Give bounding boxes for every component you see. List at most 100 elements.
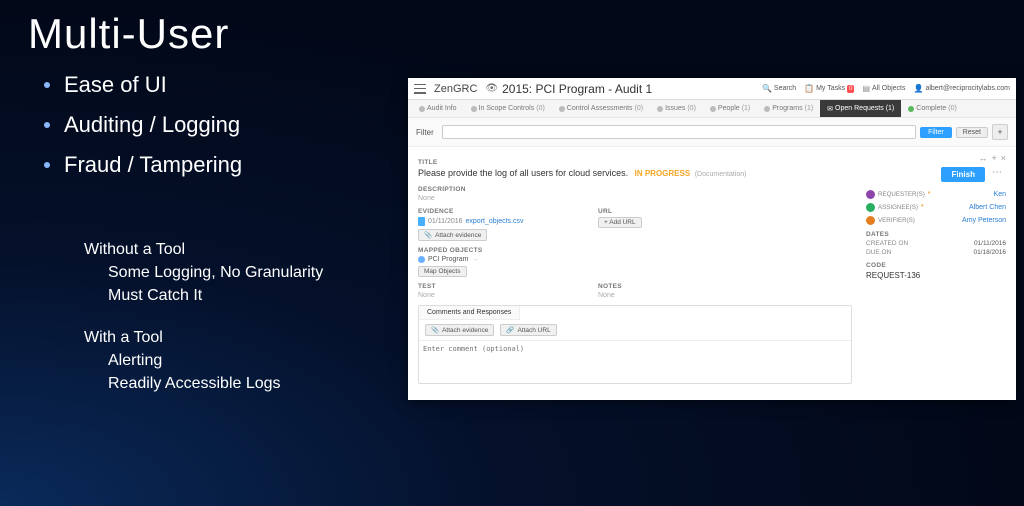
evidence-date: 01/11/2016 [428,218,463,225]
created-row: CREATED ON 01/11/2016 [866,240,1006,247]
required-asterisk: * [921,204,924,211]
tab-assessments[interactable]: Control Assessments (0) [552,100,650,117]
paperclip-icon: 📎 [431,326,439,334]
content-area: TITLE Please provide the log of all user… [408,147,1016,394]
user-menu[interactable]: 👤albert@reciprocitylabs.com [914,84,1011,93]
attach-url-label: Attach URL [517,327,550,334]
main-column: TITLE Please provide the log of all user… [418,153,852,384]
tab-dot-icon [908,106,914,112]
notes-value: None [598,292,718,299]
description-value: None [418,195,852,202]
bullet-item: Fraud / Tampering [44,152,408,178]
expand-icon[interactable]: ↔ [978,153,987,163]
tab-label: Issues [665,105,685,112]
tab-label: Audit Info [427,105,457,112]
bullet-item: Ease of UI [44,72,408,98]
attach-evidence-label: Attach evidence [435,232,481,239]
app-screenshot: ZenGRC 👁 2015: PCI Program - Audit 1 🔍Se… [408,78,1016,400]
role-row-requester: REQUESTER(S)* Ken [866,190,1006,199]
allobjects-label: All Objects [872,85,905,92]
add-button[interactable]: + [992,124,1008,140]
attach-url-button[interactable]: 🔗 Attach URL [500,324,556,336]
grid-icon: ▤ [862,84,870,93]
tab-dot-icon [710,106,716,112]
menu-icon[interactable] [414,84,426,94]
filter-button[interactable]: Filter [920,127,952,138]
role-person-link[interactable]: Amy Peterson [962,217,1006,224]
due-value: 01/18/2016 [973,249,1006,256]
add-icon[interactable]: + [991,153,996,163]
comment-input[interactable] [419,341,851,381]
slide-area: Multi-User Ease of UI Auditing / Logging… [28,10,408,395]
due-row: DUE ON 01/18/2016 [866,249,1006,256]
with-header: With a Tool [84,326,408,349]
search-link[interactable]: 🔍Search [762,84,796,93]
comments-tab[interactable]: Comments and Responses [419,306,520,320]
tab-issues[interactable]: Issues (0) [650,100,703,117]
tab-audit-info[interactable]: Audit Info [412,100,464,117]
tab-inscope[interactable]: In Scope Controls (0) [464,100,552,117]
role-row-assignee: ASSIGNEE(S)* Albert Chen [866,203,1006,212]
bullet-item: Auditing / Logging [44,112,408,138]
slide-subblock: Without a Tool Some Logging, No Granular… [84,238,408,395]
tab-complete[interactable]: Complete (0) [901,100,964,117]
attach-evidence-button-2[interactable]: 📎 Attach evidence [425,324,494,336]
due-label: DUE ON [866,249,891,256]
object-icon [418,256,425,263]
title-label: TITLE [418,159,852,166]
title-text: Please provide the log of all users for … [418,168,628,178]
more-icon[interactable]: ⋯ [989,167,1006,182]
tab-open-requests[interactable]: ✉ Open Requests (1) [820,100,901,117]
filter-label: Filter [416,128,434,137]
tab-label: Control Assessments [567,105,633,112]
reset-button[interactable]: Reset [956,127,988,138]
evidence-file-link[interactable]: export_objects.csv [466,218,524,225]
mapped-label: MAPPED OBJECTS [418,247,852,254]
search-icon: 🔍 [762,84,772,93]
tab-programs[interactable]: Programs (1) [757,100,820,117]
description-label: DESCRIPTION [418,186,852,193]
close-icon[interactable]: × [1001,153,1006,163]
allobjects-link[interactable]: ▤All Objects [862,84,905,93]
tab-label: Programs [772,105,802,112]
without-item: Must Catch It [108,284,408,307]
tab-dot-icon [419,106,425,112]
without-item: Some Logging, No Granularity [108,261,408,284]
mytasks-link[interactable]: 📋My Tasks0 [804,84,854,93]
finish-button[interactable]: Finish [941,167,985,182]
mytasks-label: My Tasks [816,85,845,92]
brand: ZenGRC [434,83,477,95]
user-icon: 👤 [914,84,924,93]
tabbar: Audit Info In Scope Controls (0) Control… [408,100,1016,118]
slide-heading: Multi-User [28,10,408,58]
tab-dot-icon [559,106,565,112]
add-url-button[interactable]: + Add URL [598,217,642,228]
role-label: REQUESTER(S) [878,191,925,198]
file-icon [418,217,425,226]
tab-dot-icon [471,106,477,112]
avatar [866,203,875,212]
slide-bullets: Ease of UI Auditing / Logging Fraud / Ta… [28,72,408,178]
role-label: ASSIGNEE(S) [878,204,918,211]
filter-input[interactable] [442,125,916,139]
evidence-file-row: 01/11/2016 export_objects.csv [418,217,538,226]
role-person-link[interactable]: Albert Chen [969,204,1006,211]
panel-actions: ↔ + × [866,153,1006,163]
role-person-link[interactable]: Ken [994,191,1006,198]
status-note: (Documentation) [695,171,747,178]
test-value: None [418,292,538,299]
tab-count: (0) [687,105,696,112]
search-label: Search [774,85,796,92]
avatar [866,190,875,199]
role-row-verifier: VERIFIER(S) Amy Peterson [866,216,1006,225]
attach-evidence-button[interactable]: 📎 Attach evidence [418,229,487,241]
without-header: Without a Tool [84,238,408,261]
filter-row: Filter Filter Reset + [408,118,1016,147]
map-objects-button[interactable]: Map Objects [418,266,467,277]
tab-people[interactable]: People (1) [703,100,757,117]
created-value: 01/11/2016 [974,240,1006,247]
link-icon: 🔗 [506,326,514,334]
evidence-label: EVIDENCE [418,208,538,215]
mapped-object-row[interactable]: PCI Program → [418,256,852,263]
arrow-icon: → [471,256,478,263]
